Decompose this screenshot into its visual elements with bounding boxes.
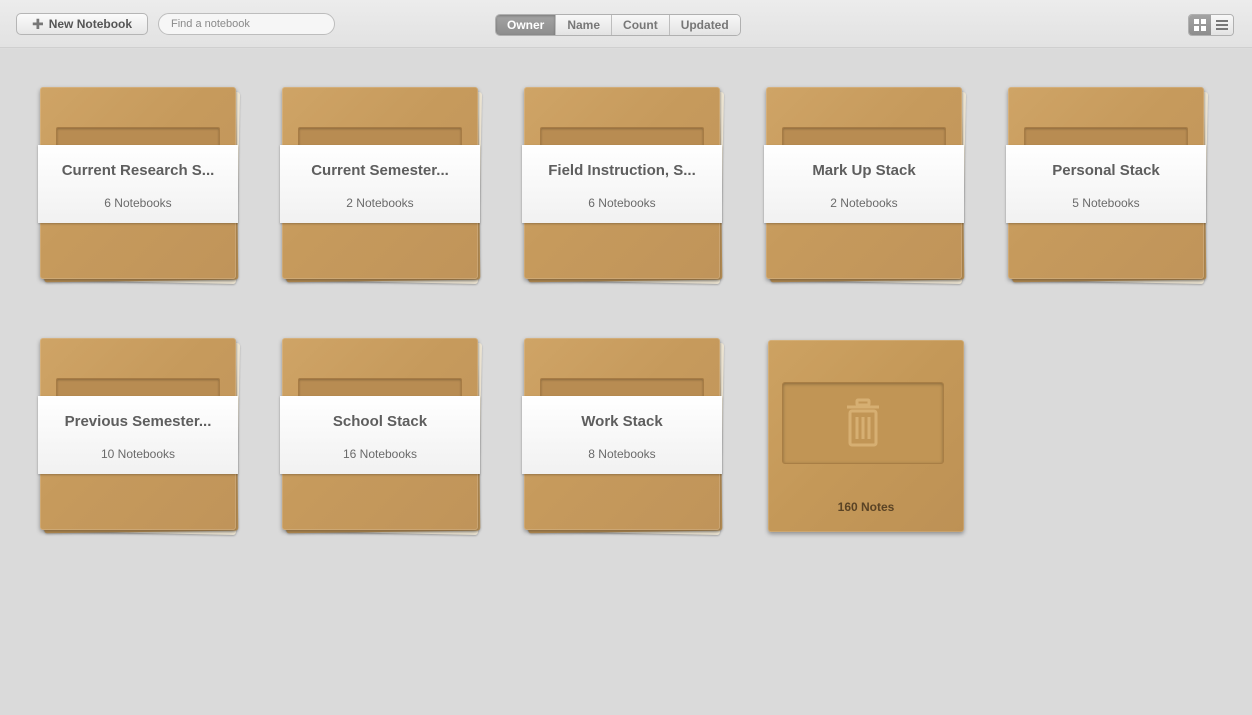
- stack-card[interactable]: Mark Up Stack 2 Notebooks: [764, 87, 966, 284]
- stack-count: 2 Notebooks: [830, 196, 898, 210]
- new-notebook-label: New Notebook: [48, 17, 133, 31]
- stack-label-band: Mark Up Stack 2 Notebooks: [764, 145, 964, 223]
- notebook-grid: Current Research S... 6 Notebooks Curren…: [0, 49, 1252, 715]
- stack-card[interactable]: Current Research S... 6 Notebooks: [38, 87, 240, 284]
- stack-label-band: Field Instruction, S... 6 Notebooks: [522, 145, 722, 223]
- card-cover: Mark Up Stack 2 Notebooks: [764, 87, 964, 279]
- stack-title: School Stack: [332, 413, 428, 430]
- stack-card[interactable]: Field Instruction, S... 6 Notebooks: [522, 87, 724, 284]
- view-mode-toggle: [1188, 14, 1234, 36]
- stack-card[interactable]: Previous Semester... 10 Notebooks: [38, 338, 240, 535]
- new-notebook-button[interactable]: ✚ New Notebook: [16, 13, 148, 35]
- card-cover: Personal Stack 5 Notebooks: [1006, 87, 1206, 279]
- grid-view-button[interactable]: [1189, 15, 1211, 35]
- grid-view-icon: [1194, 19, 1206, 31]
- stack-label-band: Previous Semester... 10 Notebooks: [38, 396, 238, 474]
- stack-count: 16 Notebooks: [342, 447, 418, 461]
- stack-count: 5 Notebooks: [1072, 196, 1140, 210]
- stack-card[interactable]: Work Stack 8 Notebooks: [522, 338, 724, 535]
- stack-label-band: School Stack 16 Notebooks: [280, 396, 480, 474]
- stack-label-band: Personal Stack 5 Notebooks: [1006, 145, 1206, 223]
- stack-card[interactable]: School Stack 16 Notebooks: [280, 338, 482, 535]
- stack-count: 2 Notebooks: [346, 196, 414, 210]
- trash-count: 160 Notes: [837, 500, 895, 514]
- trash-icon: [847, 398, 879, 447]
- list-view-button[interactable]: [1211, 15, 1233, 35]
- sort-owner-button[interactable]: Owner: [496, 15, 557, 35]
- stack-title: Field Instruction, S...: [548, 162, 696, 179]
- sort-name-button[interactable]: Name: [556, 15, 613, 35]
- trash-window: [782, 382, 944, 464]
- card-cover: Current Research S... 6 Notebooks: [38, 87, 238, 279]
- plus-icon: ✚: [31, 16, 44, 32]
- stack-title: Mark Up Stack: [812, 162, 916, 179]
- card-cover: School Stack 16 Notebooks: [280, 338, 480, 530]
- sort-segmented-control: Owner Name Count Updated: [495, 14, 741, 36]
- list-view-icon: [1216, 20, 1228, 30]
- stack-label-band: Current Semester... 2 Notebooks: [280, 145, 480, 223]
- card-cover: Current Semester... 2 Notebooks: [280, 87, 480, 279]
- stack-count: 8 Notebooks: [588, 447, 656, 461]
- sort-updated-button[interactable]: Updated: [669, 15, 740, 35]
- stack-title: Current Semester...: [311, 162, 449, 179]
- find-notebook-input[interactable]: [158, 13, 335, 35]
- card-cover: Field Instruction, S... 6 Notebooks: [522, 87, 722, 279]
- card-cover: Work Stack 8 Notebooks: [522, 338, 722, 530]
- sort-count-button[interactable]: Count: [612, 15, 670, 35]
- stack-card[interactable]: Personal Stack 5 Notebooks: [1006, 87, 1208, 284]
- stack-count: 10 Notebooks: [100, 447, 176, 461]
- stack-label-band: Work Stack 8 Notebooks: [522, 396, 722, 474]
- stack-title: Work Stack: [581, 413, 663, 430]
- stack-card[interactable]: Current Semester... 2 Notebooks: [280, 87, 482, 284]
- stack-count: 6 Notebooks: [104, 196, 172, 210]
- trash-card[interactable]: 160 Notes: [768, 340, 968, 536]
- toolbar: ✚ New Notebook Owner Name Count Updated: [0, 0, 1252, 48]
- card-cover: Previous Semester... 10 Notebooks: [38, 338, 238, 530]
- stack-count: 6 Notebooks: [588, 196, 656, 210]
- trash-cover: 160 Notes: [768, 340, 964, 532]
- stack-label-band: Current Research S... 6 Notebooks: [38, 145, 238, 223]
- stack-title: Current Research S...: [61, 162, 215, 179]
- stack-title: Previous Semester...: [64, 413, 212, 430]
- stack-title: Personal Stack: [1052, 162, 1160, 179]
